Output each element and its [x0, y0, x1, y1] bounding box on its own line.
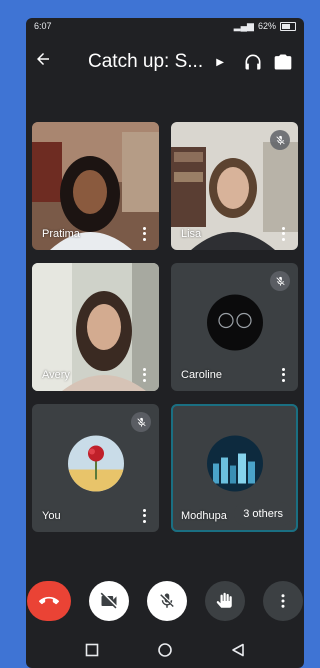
more-vert-icon — [281, 594, 285, 608]
participant-tile-avery[interactable]: Avery — [32, 263, 159, 391]
more-options-icon[interactable] — [137, 508, 151, 524]
status-time: 6:07 — [34, 21, 52, 31]
mic-off-icon — [270, 271, 290, 291]
raise-hand-button[interactable] — [205, 581, 245, 621]
android-nav-bar — [26, 636, 304, 668]
participant-name: Lisa — [181, 228, 202, 240]
end-call-button[interactable] — [27, 581, 71, 621]
mic-toggle-button[interactable] — [147, 581, 187, 621]
mic-off-icon — [160, 593, 174, 608]
switch-camera-icon[interactable] — [268, 47, 298, 77]
others-count-badge[interactable]: 3 others — [234, 502, 292, 526]
camera-off-icon — [100, 592, 117, 609]
back-arrow-icon[interactable] — [34, 50, 62, 74]
more-options-button[interactable] — [263, 581, 303, 621]
hand-icon — [216, 592, 232, 608]
call-controls — [26, 578, 304, 624]
participant-name: You — [42, 510, 61, 522]
more-options-icon[interactable] — [137, 226, 151, 242]
phone-hangup-icon — [39, 596, 59, 605]
camera-toggle-button[interactable] — [89, 581, 129, 621]
participant-name: Caroline — [181, 369, 222, 381]
caroline-avatar — [206, 294, 263, 351]
back-icon[interactable] — [231, 643, 245, 662]
mic-off-icon — [270, 130, 290, 150]
call-header: Catch up: S... ▶ — [26, 34, 304, 90]
participant-tile-others[interactable]: Modhupa 3 others — [171, 404, 298, 532]
participant-grid: Pratima Lisa Avery Caroline You Modhupa … — [32, 122, 298, 532]
participant-name: Avery — [42, 369, 70, 381]
recents-icon[interactable] — [85, 643, 99, 662]
phone-screen: 6:07 ▂▄▆ 62% Catch up: S... ▶ Pratima Li… — [26, 18, 304, 668]
battery-icon — [280, 21, 296, 31]
participant-tile-pratima[interactable]: Pratima — [32, 122, 159, 250]
participant-name: Pratima — [42, 228, 80, 240]
mic-off-icon — [131, 412, 151, 432]
caret-right-icon[interactable]: ▶ — [216, 57, 224, 68]
battery-level: 62% — [257, 21, 276, 31]
headphones-icon[interactable] — [238, 47, 268, 77]
self-avatar — [67, 435, 124, 492]
signal-icon: ▂▄▆ — [233, 20, 254, 31]
more-options-icon[interactable] — [276, 367, 290, 383]
participant-tile-lisa[interactable]: Lisa — [171, 122, 298, 250]
participant-tile-you[interactable]: You — [32, 404, 159, 532]
participant-tile-caroline[interactable]: Caroline — [171, 263, 298, 391]
participant-name: Modhupa — [181, 510, 227, 522]
modhupa-avatar — [206, 435, 263, 492]
more-options-icon[interactable] — [137, 367, 151, 383]
meeting-title[interactable]: Catch up: S... — [88, 51, 212, 73]
status-bar: 6:07 ▂▄▆ 62% — [26, 18, 304, 34]
home-icon[interactable] — [157, 642, 173, 663]
more-options-icon[interactable] — [276, 226, 290, 242]
